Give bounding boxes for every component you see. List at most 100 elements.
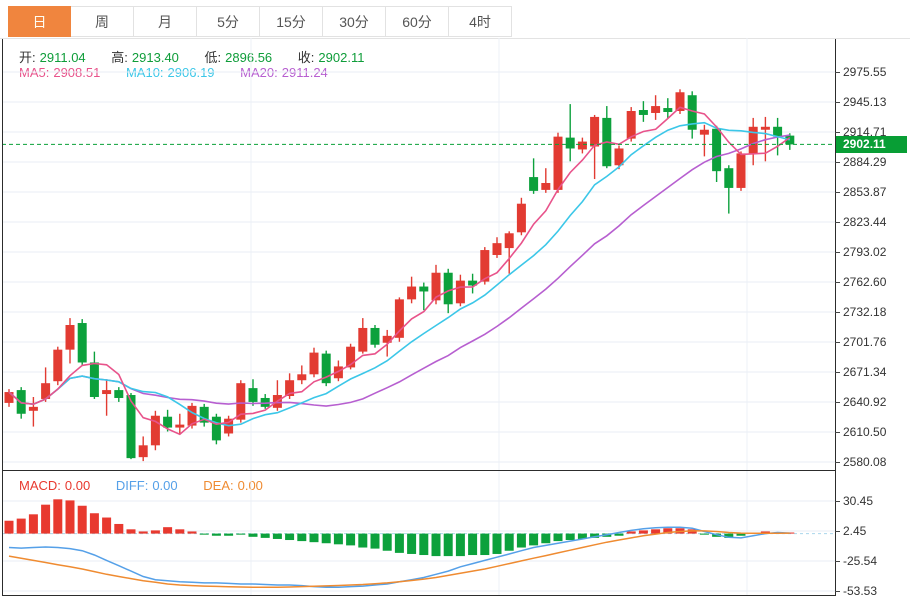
candle-body xyxy=(541,183,550,190)
macd-bar xyxy=(493,534,502,554)
macd-bar xyxy=(5,521,14,534)
price-axis-label: 2945.13 xyxy=(843,95,907,109)
macd-bar xyxy=(127,529,136,533)
tab-4时[interactable]: 4时 xyxy=(449,6,512,37)
macd-bar xyxy=(188,531,197,533)
candle-body xyxy=(493,243,502,255)
tab-15分[interactable]: 15分 xyxy=(260,6,323,37)
candle-body xyxy=(761,127,770,130)
macd-bar xyxy=(224,534,233,536)
price-axis-label: 2701.76 xyxy=(843,335,907,349)
macd-bar xyxy=(297,534,306,541)
macd-axis-label: 30.45 xyxy=(843,494,907,508)
tab-5分[interactable]: 5分 xyxy=(197,6,260,37)
axis-tick xyxy=(835,402,840,403)
candle-body xyxy=(5,392,14,403)
price-axis-label: 2793.02 xyxy=(843,245,907,259)
axis-tick xyxy=(835,222,840,223)
axis-tick xyxy=(835,132,840,133)
tab-日[interactable]: 日 xyxy=(8,6,71,37)
axis-tick xyxy=(835,342,840,343)
tab-30分[interactable]: 30分 xyxy=(323,6,386,37)
axis-tick xyxy=(835,372,840,373)
macd-bar xyxy=(419,534,428,555)
macd-bar xyxy=(529,534,538,546)
axis-tick xyxy=(835,102,840,103)
candle-body xyxy=(102,390,111,394)
candle-body xyxy=(53,350,62,382)
candle-body xyxy=(175,425,184,428)
candle-body xyxy=(371,328,380,345)
price-axis-label: 2884.29 xyxy=(843,155,907,169)
tab-60分[interactable]: 60分 xyxy=(386,6,449,37)
macd-bar xyxy=(639,530,648,533)
axis-tick xyxy=(835,462,840,463)
ma10-line xyxy=(9,123,790,426)
price-axis-label: 2975.55 xyxy=(843,65,907,79)
price-axis-label: 2732.18 xyxy=(843,305,907,319)
price-axis-label: 2671.34 xyxy=(843,365,907,379)
price-chart[interactable] xyxy=(2,38,835,471)
candle-body xyxy=(310,353,319,375)
macd-bar xyxy=(249,534,258,537)
macd-bar xyxy=(90,513,99,533)
macd-bar xyxy=(17,519,26,534)
macd-bar xyxy=(346,534,355,546)
macd-bar xyxy=(41,505,50,534)
candle-body xyxy=(444,273,453,305)
macd-bar xyxy=(358,534,367,548)
macd-bar xyxy=(371,534,380,549)
macd-bar xyxy=(505,534,514,551)
axis-tick xyxy=(835,432,840,433)
macd-axis-label: -53.53 xyxy=(843,584,907,598)
candle-body xyxy=(139,445,148,457)
candle-body xyxy=(578,142,587,150)
macd-bar xyxy=(175,529,184,533)
candle-body xyxy=(724,168,733,188)
candle-body xyxy=(749,127,758,154)
price-axis-label: 2853.87 xyxy=(843,185,907,199)
tab-周[interactable]: 周 xyxy=(71,6,134,37)
candle-body xyxy=(663,108,672,112)
candle-body xyxy=(29,407,38,411)
candle-body xyxy=(456,281,465,304)
candle-body xyxy=(407,287,416,300)
macd-bar xyxy=(432,534,441,556)
axis-tick xyxy=(835,72,840,73)
macd-bar xyxy=(151,530,160,533)
candle-body xyxy=(700,130,709,135)
macd-chart[interactable] xyxy=(2,471,835,595)
candle-body xyxy=(712,129,721,171)
macd-bar xyxy=(29,514,38,533)
macd-bar xyxy=(334,534,343,545)
candle-body xyxy=(651,106,660,113)
macd-bar xyxy=(627,531,636,533)
candle-body xyxy=(358,328,367,352)
candles xyxy=(5,89,795,461)
macd-bar xyxy=(566,534,575,540)
macd-bar xyxy=(615,534,624,536)
macd-bar xyxy=(66,500,75,533)
axis-tick xyxy=(835,312,840,313)
candle-body xyxy=(627,111,636,139)
price-axis-label: 2762.60 xyxy=(843,275,907,289)
axis-tick xyxy=(835,501,840,502)
macd-bar xyxy=(273,534,282,539)
macd-bar xyxy=(139,531,148,533)
axis-tick xyxy=(835,531,840,532)
macd-bar xyxy=(541,534,550,544)
macd-bar xyxy=(395,534,404,553)
macd-bar xyxy=(554,534,563,541)
tab-月[interactable]: 月 xyxy=(134,6,197,37)
candle-body xyxy=(737,153,746,188)
macd-bar xyxy=(53,499,62,533)
candle-body xyxy=(566,138,575,149)
candle-body xyxy=(66,325,75,350)
ma-lines xyxy=(9,107,790,434)
ma20-line xyxy=(9,135,790,406)
axis-tick xyxy=(835,561,840,562)
axis-tick xyxy=(835,162,840,163)
candle-body xyxy=(78,323,87,362)
macd-bar xyxy=(285,534,294,540)
macd-bar xyxy=(456,534,465,556)
